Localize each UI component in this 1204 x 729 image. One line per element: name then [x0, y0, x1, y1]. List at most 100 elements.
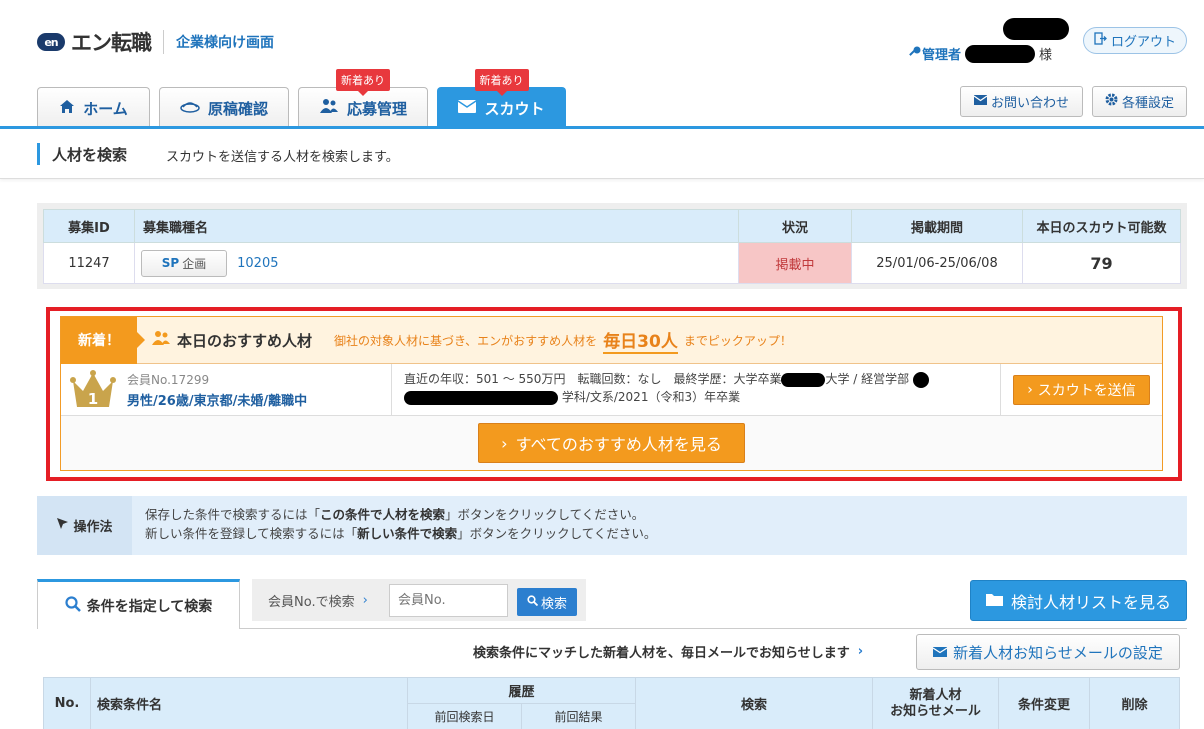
- howto-label: 操作法: [37, 496, 132, 555]
- desc-after: までピックアップ！: [683, 333, 792, 348]
- page-title: 人材を検索: [52, 146, 128, 164]
- member-cell: 1 会員No.17299 男性/26歳/東京都/未婚/離職中: [61, 364, 392, 415]
- col-header: 検索: [635, 677, 873, 729]
- key-icon: [908, 45, 922, 63]
- notify-settings-button[interactable]: 新着人材お知らせメールの設定: [916, 634, 1180, 670]
- text: 保存した条件で検索するには「: [145, 507, 321, 522]
- see-all-button[interactable]: › すべてのおすすめ人材を見る: [478, 423, 745, 463]
- recommend-panel: 新着！ 本日のおすすめ人材 御社の対象人材に基づき、エンがおすすめ人材を 毎日3…: [60, 316, 1163, 471]
- col-header: 掲載期間: [851, 209, 1023, 243]
- chevron-right-icon: ›: [857, 644, 864, 659]
- job-table: 募集ID 募集職種名 状況 掲載期間 本日のスカウト可能数 11247 SP 企…: [43, 209, 1181, 284]
- detail-university: 大学 / 経営学部: [825, 372, 910, 386]
- admin-label: 管理者: [922, 48, 962, 63]
- emphasis: この条件で人材を検索: [320, 507, 446, 522]
- col-header: 前回検索日: [407, 703, 522, 729]
- howto-text: 保存した条件で検索するには「この条件で人材を検索」ボタンをクリックしてください。…: [132, 496, 669, 555]
- howto-line-2: 新しい条件を登録して検索するには「新しい条件で検索」ボタンをクリックしてください…: [145, 524, 656, 543]
- desc-highlight: 毎日30人: [603, 327, 678, 354]
- member-search-button[interactable]: 検索: [517, 588, 577, 616]
- member-no: 会員No.17299: [127, 372, 210, 387]
- mail-icon: [458, 99, 477, 117]
- new-label: 新着！: [61, 316, 145, 364]
- notify-text-label: 検索条件にマッチした新着人材を、毎日メールでお知らせします: [473, 646, 850, 661]
- redaction-mark: [781, 372, 826, 387]
- new-badge: 新着あり: [474, 69, 529, 96]
- recommend-title: 本日のおすすめ人材: [151, 330, 312, 351]
- col-header: 本日のスカウト可能数: [1022, 209, 1181, 243]
- page-header: 人材を検索 スカウトを送信する人材を検索します。: [0, 129, 1204, 179]
- scout-count: 79: [1022, 242, 1181, 284]
- scout-cell: › スカウトを送信: [1001, 364, 1162, 415]
- tab-scout[interactable]: 新着あり スカウト: [437, 69, 566, 128]
- howto-label-text: 操作法: [73, 520, 113, 535]
- new-badge: 新着あり: [336, 69, 390, 96]
- job-name-link[interactable]: 10205: [237, 256, 278, 271]
- col-header: 新着人材 お知らせメール: [872, 677, 999, 729]
- desc-before: 御社の対象人材に基づき、エンがおすすめ人材を: [334, 333, 598, 348]
- tab-label: ホーム: [83, 99, 128, 118]
- header: en エン転職 企業様向け画面 管理者 様 ログアウト ホーム 原稿確認 新着あ…: [0, 0, 1204, 128]
- text: 」ボタンをクリックしてください。: [457, 526, 657, 541]
- contact-label: お問い合わせ: [990, 96, 1069, 111]
- logo-mark: en: [37, 33, 65, 51]
- see-all-label: すべてのおすすめ人材を見る: [515, 435, 722, 454]
- logo[interactable]: en エン転職 企業様向け画面: [37, 27, 274, 57]
- review-list-label: 検討人材リストを見る: [1010, 592, 1171, 612]
- gear-icon: [1105, 93, 1118, 110]
- logout-icon: [1094, 32, 1107, 49]
- header-line: お知らせメール: [890, 703, 981, 719]
- send-scout-button[interactable]: › スカウトを送信: [1013, 374, 1150, 405]
- contact-button[interactable]: お問い合わせ: [960, 86, 1083, 117]
- detail-career: 直近の年収：501 ～ 550万円 転職回数：なし 最終学歴：大学卒業: [404, 372, 782, 386]
- member-no-input[interactable]: [389, 584, 508, 617]
- see-all-row: › すべてのおすすめ人材を見る: [61, 416, 1162, 470]
- logo-text: エン転職: [71, 31, 152, 55]
- logout-label: ログアウト: [1110, 35, 1176, 50]
- col-header: 前回結果: [521, 703, 636, 729]
- chevron-right-icon: ›: [501, 433, 508, 453]
- notify-settings-label: 新着人材お知らせメールの設定: [953, 643, 1163, 662]
- col-header: 状況: [738, 209, 852, 243]
- detail-line-2: 学科/文系/2021（令和3）年卒業: [404, 388, 988, 406]
- recommend-description: 御社の対象人材に基づき、エンがおすすめ人材を 毎日30人 までピックアップ！: [334, 327, 792, 354]
- status-badge: 掲載中: [738, 242, 852, 284]
- chevron-right-icon: ›: [362, 592, 368, 608]
- admin-info: 管理者 様: [908, 44, 1052, 63]
- col-header: 募集ID: [43, 209, 135, 243]
- list-item: 1 会員No.17299 男性/26歳/東京都/未婚/離職中 直近の年収：501…: [61, 364, 1162, 416]
- rank-number: 1: [88, 390, 98, 408]
- member-attributes[interactable]: 男性/26歳/東京都/未婚/離職中: [127, 390, 307, 409]
- tab-condition-search[interactable]: 条件を指定して検索: [37, 579, 240, 629]
- logout-button[interactable]: ログアウト: [1083, 27, 1187, 54]
- logo-subtitle: 企業様向け画面: [176, 35, 274, 51]
- settings-button[interactable]: 各種設定: [1092, 86, 1187, 117]
- tab-label: スカウト: [484, 99, 545, 118]
- tab-applications[interactable]: 新着あり 応募管理: [298, 69, 428, 128]
- send-scout-label: スカウトを送信: [1037, 382, 1136, 399]
- header-line: 新着人材: [909, 687, 962, 703]
- member-search-label: 会員No.で検索: [268, 594, 355, 610]
- member-detail: 直近の年収：501 ～ 550万円 転職回数：なし 最終学歴：大学卒業 大学 / …: [392, 364, 1001, 415]
- review-list-button[interactable]: 検討人材リストを見る: [970, 580, 1187, 621]
- sp-button[interactable]: SP 企画: [141, 249, 227, 277]
- tab-home[interactable]: ホーム: [37, 87, 150, 128]
- users-icon: [319, 98, 339, 118]
- sp-sub: 企画: [182, 256, 207, 271]
- text: 」ボタンをクリックしてください。: [445, 507, 645, 522]
- users-icon: [151, 330, 171, 350]
- redaction-mark: [1003, 18, 1069, 40]
- tab-manuscript[interactable]: 原稿確認: [159, 87, 289, 128]
- col-header: 募集職種名: [134, 209, 739, 243]
- tab-label: 応募管理: [346, 99, 407, 118]
- home-icon: [59, 99, 75, 118]
- col-header: 削除: [1089, 677, 1180, 729]
- job-id: 11247: [43, 242, 135, 284]
- cap-icon: [180, 99, 200, 117]
- chevron-right-icon: ›: [1027, 381, 1033, 398]
- recommend-title-text: 本日のおすすめ人材: [177, 331, 313, 350]
- mail-icon: [973, 94, 988, 109]
- admin-suffix: 様: [1039, 48, 1053, 63]
- mail-icon: [932, 643, 948, 661]
- condition-table: No. 検索条件名 履歴 検索 新着人材 お知らせメール 条件変更 削除 前回検…: [43, 677, 1180, 729]
